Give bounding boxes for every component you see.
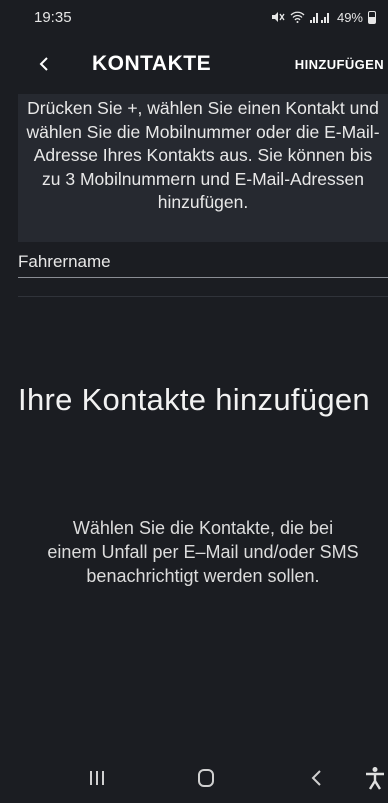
battery-percent: 49%	[336, 9, 363, 25]
accessibility-icon	[366, 767, 384, 790]
system-nav-bar	[0, 760, 388, 803]
system-back-button[interactable]	[310, 768, 324, 793]
recent-apps-button[interactable]	[88, 768, 106, 793]
battery-icon	[368, 10, 376, 24]
info-text: Drücken Sie +, wählen Sie einen Kontakt …	[18, 94, 388, 242]
add-contact-button[interactable]: HINZUFÜGEN	[295, 57, 384, 72]
divider	[18, 296, 388, 297]
mute-icon	[271, 12, 285, 22]
recent-apps-icon	[90, 771, 104, 785]
wifi-icon	[290, 11, 305, 23]
home-button[interactable]	[196, 768, 216, 793]
status-icons: 49%	[271, 10, 376, 25]
empty-state-description: Wählen Sie die Kontakte, die bei einem U…	[47, 518, 359, 586]
home-icon	[198, 769, 214, 787]
driver-name-field[interactable]: Fahrername	[18, 250, 388, 278]
chevron-left-icon	[39, 57, 48, 71]
status-bar: 19:35 49%	[0, 0, 388, 34]
accessibility-button[interactable]	[364, 766, 386, 795]
signal-icon	[309, 13, 329, 23]
back-button[interactable]	[32, 50, 56, 78]
empty-state-title: Ihre Kontakte hinzufügen	[18, 382, 370, 417]
app-header: KONTAKTE HINZUFÜGEN	[0, 40, 388, 88]
status-time: 19:35	[34, 8, 72, 26]
page-title: KONTAKTE	[92, 52, 212, 75]
back-icon	[311, 770, 321, 786]
